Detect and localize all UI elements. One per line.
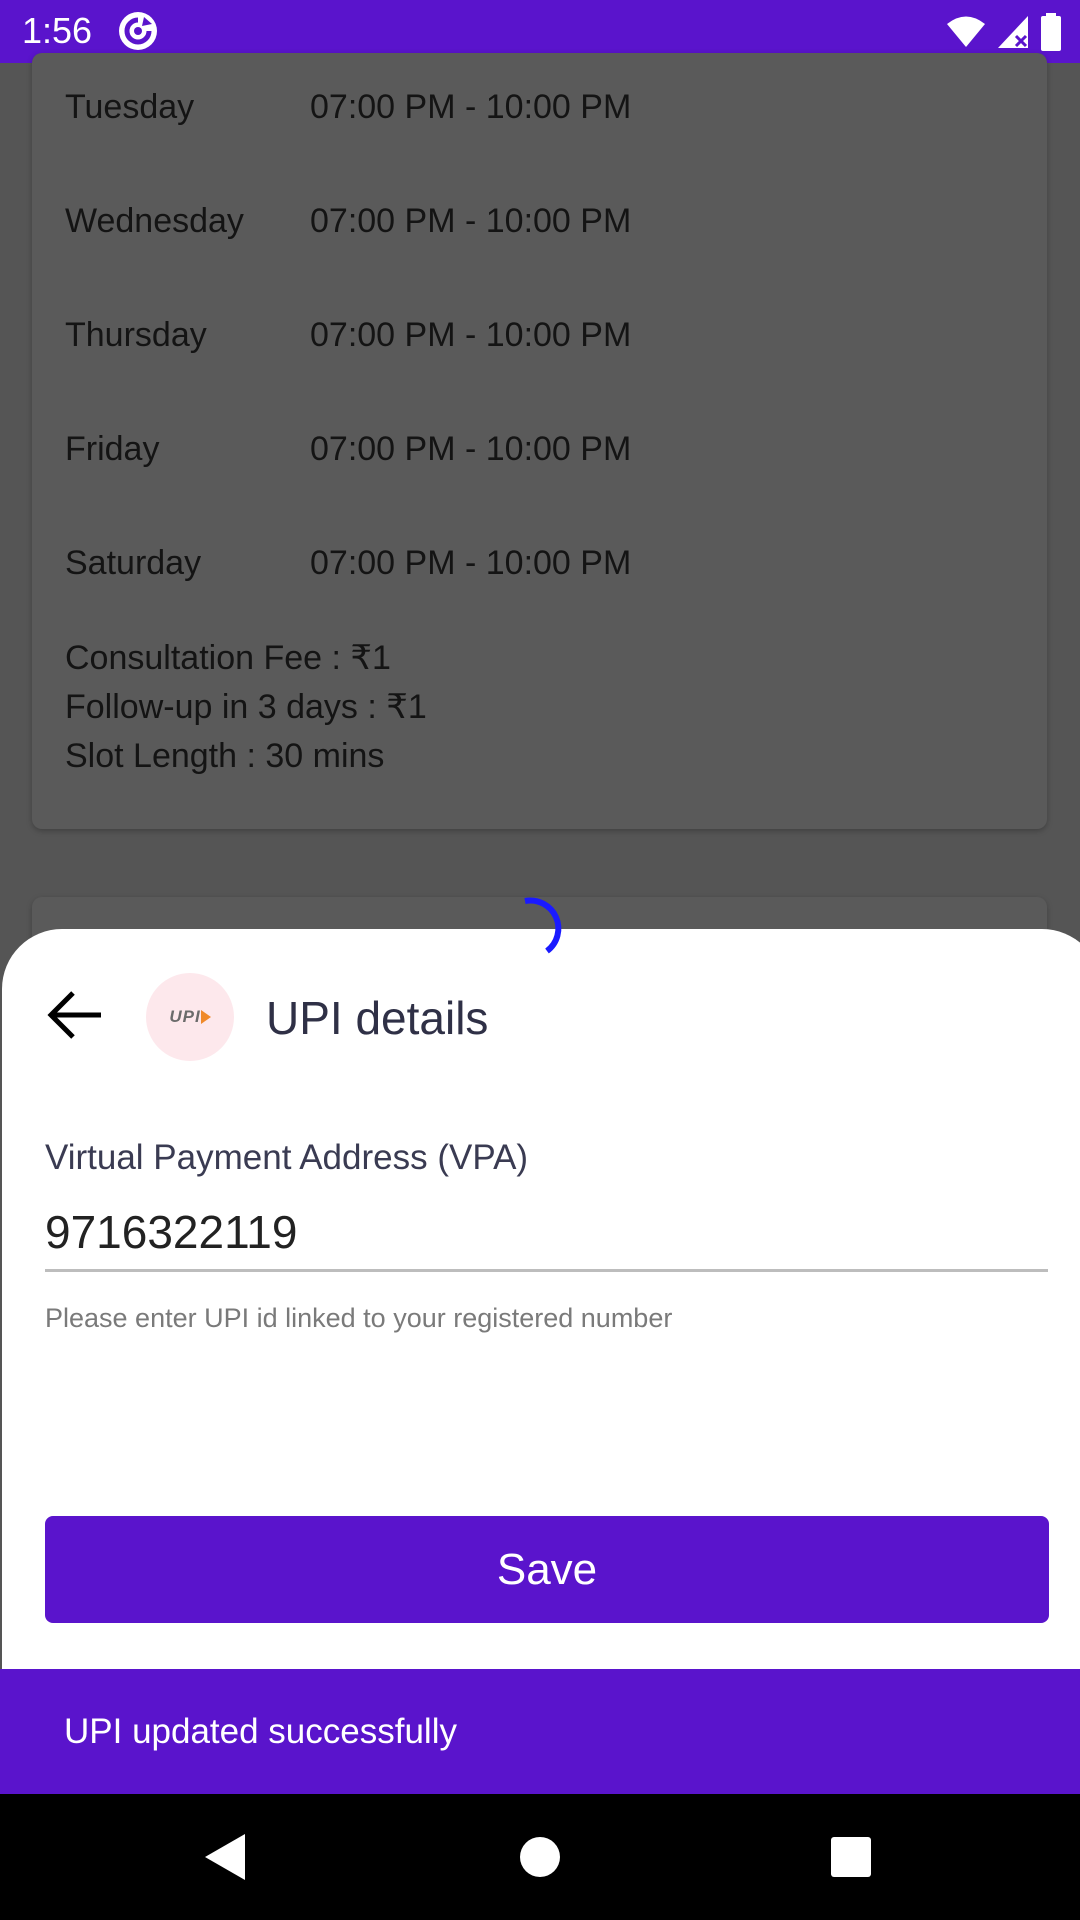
schedule-row-thursday: Thursday 07:00 PM - 10:00 PM [65,315,631,355]
schedule-row-wednesday: Wednesday 07:00 PM - 10:00 PM [65,201,631,241]
schedule-time: 07:00 PM - 10:00 PM [310,202,632,240]
arrow-left-icon [47,991,101,1039]
vpa-input[interactable] [45,1195,1048,1272]
schedule-day: Saturday [65,544,202,582]
circle-home-icon [520,1837,560,1877]
battery-icon [1041,13,1061,51]
schedule-day: Friday [65,430,160,468]
schedule-day: Thursday [65,316,207,354]
sync-app-icon [119,12,157,50]
status-icons [946,12,1062,52]
schedule-time: 07:00 PM - 10:00 PM [310,430,632,468]
snackbar-message: UPI updated successfully [64,1712,457,1751]
triangle-back-icon [205,1834,245,1880]
signal-icon [998,16,1028,48]
follow-up-fee: Follow-up in 3 days : ₹1 [65,688,427,726]
vpa-label: Virtual Payment Address (VPA) [45,1138,529,1177]
consultation-fee: Consultation Fee : ₹1 [65,639,391,677]
status-time: 1:56 [22,10,93,51]
schedule-time: 07:00 PM - 10:00 PM [310,544,632,582]
square-recents-icon [831,1837,871,1877]
upi-logo-text: UPI [169,1007,201,1026]
fee-block: Consultation Fee : ₹1 Follow-up in 3 day… [65,634,427,781]
loading-spinner-icon [524,897,562,954]
schedule-card: Tuesday 07:00 PM - 10:00 PM Wednesday 07:0… [32,53,1047,829]
wifi-icon [947,16,985,47]
save-button[interactable]: Save [45,1516,1049,1623]
nav-back-button[interactable] [192,1824,258,1890]
sheet-title: UPI details [266,992,489,1044]
back-button[interactable] [40,985,110,1045]
schedule-row-tuesday: Tuesday 07:00 PM - 10:00 PM [65,87,631,127]
schedule-row-saturday: Saturday 07:00 PM - 10:00 PM [65,543,631,583]
upi-logo: UPI [146,973,234,1061]
schedule-day: Tuesday [65,88,195,126]
vpa-helper-text: Please enter UPI id linked to your regis… [45,1303,673,1333]
schedule-time: 07:00 PM - 10:00 PM [310,316,632,354]
schedule-time: 07:00 PM - 10:00 PM [310,88,632,126]
snackbar: UPI updated successfully [0,1669,1080,1794]
schedule-row-friday: Friday 07:00 PM - 10:00 PM [65,429,631,469]
schedule-day: Wednesday [65,202,244,240]
upi-arrow-icon [200,1010,211,1024]
nav-home-button[interactable] [507,1824,573,1890]
nav-recents-button[interactable] [818,1824,884,1890]
slot-length: Slot Length : 30 mins [65,737,385,775]
navigation-bar [0,1794,1080,1920]
